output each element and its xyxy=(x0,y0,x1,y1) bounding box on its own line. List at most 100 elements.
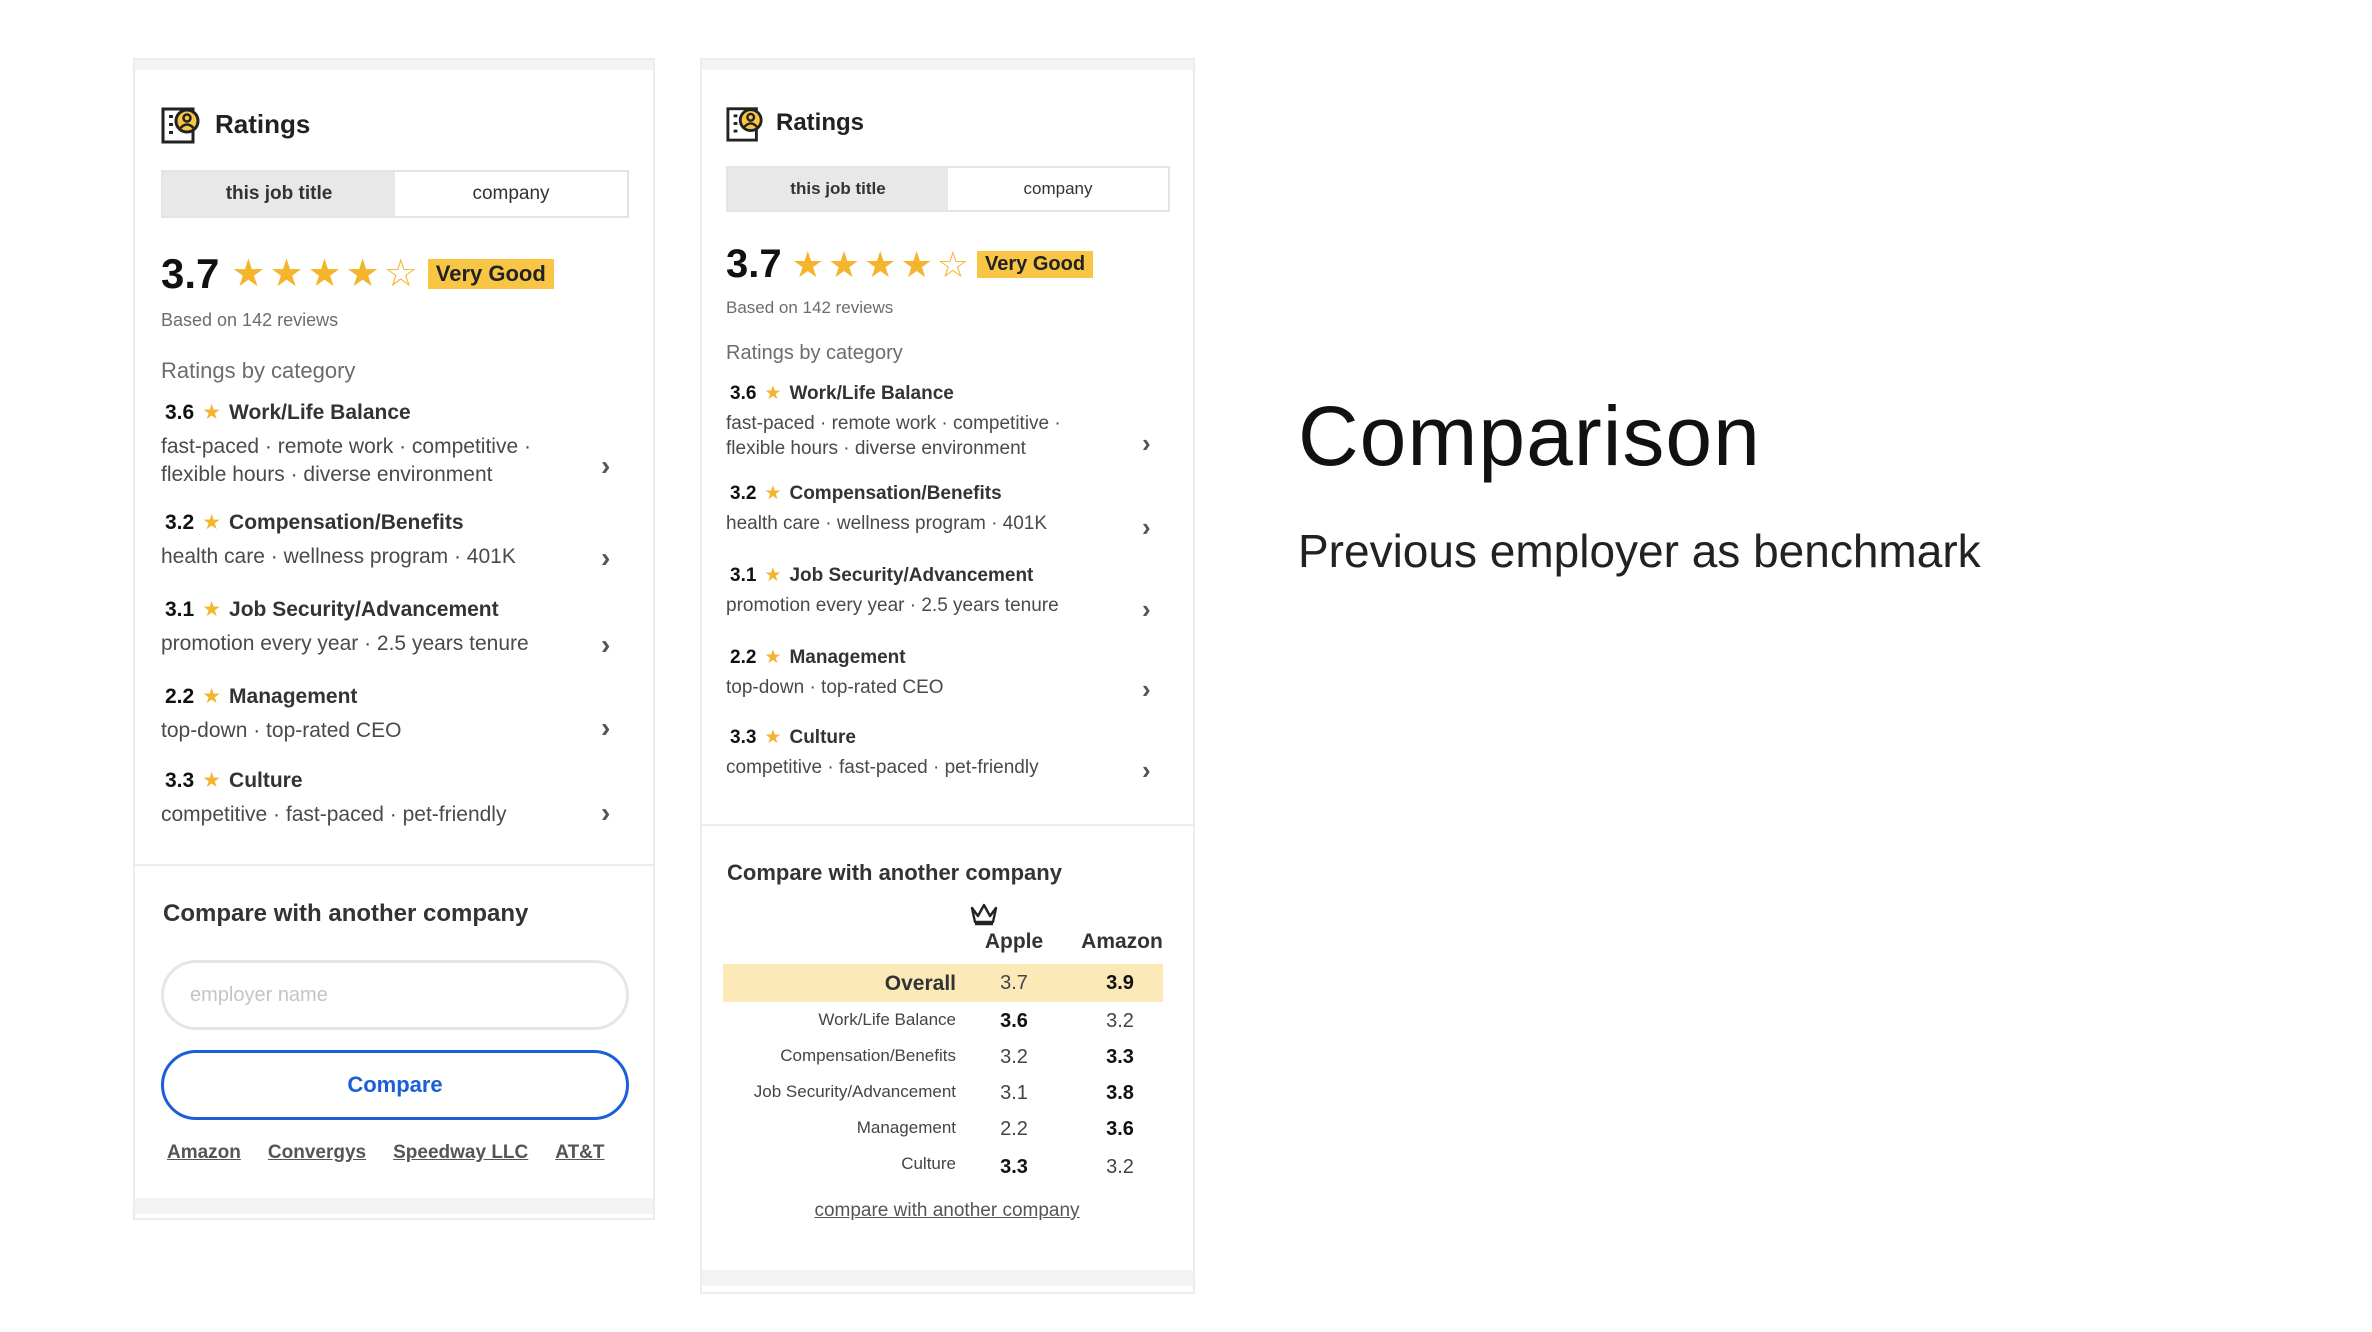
rating-scope-tabs: this job title company xyxy=(161,170,629,218)
row-label-culture: Culture xyxy=(901,1154,956,1173)
category-work-life-balance[interactable]: 3.6 ★ Work/Life Balance fast-paced · remot… xyxy=(161,400,531,487)
category-score: 3.2 xyxy=(165,510,195,534)
cell-apple-job-security: 3.1 xyxy=(1000,1082,1028,1104)
category-culture[interactable]: 3.3 ★ Culture competitive · fast-paced · p… xyxy=(161,768,506,827)
cell-amazon-work-life: 3.2 xyxy=(1106,1010,1134,1032)
rating-badge: Very Good xyxy=(977,251,1094,278)
star-rating: ★ ★ ★ ★ ☆ xyxy=(791,243,970,285)
row-label-job-security: Job Security/Advancement xyxy=(753,1082,956,1101)
category-tags: fast-paced · remote work · competitive · xyxy=(161,435,531,458)
category-compensation-benefits[interactable]: 3.2 ★ Compensation/Benefits health care · … xyxy=(161,510,516,569)
category-tags: competitive · fast-paced · pet-friendly xyxy=(161,803,507,826)
employer-name-input[interactable]: employer name xyxy=(161,960,629,1030)
star-filled-icon: ★ xyxy=(900,243,933,285)
category-name: Work/Life Balance xyxy=(229,400,411,424)
category-job-security-advancement[interactable]: 3.1 ★ Job Security/Advancement promotion e… xyxy=(726,564,1059,617)
category-name: Compensation/Benefits xyxy=(789,482,1002,504)
ratings-panel-compare-result: Ratings this job title company 3.7 ★ ★ ★… xyxy=(700,58,1195,1294)
chevron-right-icon[interactable]: › xyxy=(1142,755,1151,786)
chevron-right-icon[interactable]: › xyxy=(1142,674,1151,705)
chevron-right-icon[interactable]: › xyxy=(1142,594,1151,625)
cell-apple-management: 2.2 xyxy=(1000,1118,1028,1140)
company-link-att[interactable]: AT&T xyxy=(555,1142,604,1164)
star-empty-icon: ☆ xyxy=(936,243,970,285)
star-filled-icon: ★ xyxy=(791,243,824,285)
cell-amazon-compensation: 3.3 xyxy=(1106,1046,1134,1068)
column-head-amazon: Amazon xyxy=(1081,930,1163,953)
compare-section-title: Compare with another company xyxy=(727,860,1062,885)
panel-bottom-bar xyxy=(702,1270,1193,1286)
ratings-by-category-label: Ratings by category xyxy=(161,358,356,383)
cell-apple-work-life: 3.6 xyxy=(1000,1010,1028,1032)
category-tags: promotion every year · 2.5 years tenure xyxy=(161,632,529,655)
suggested-companies: Amazon Convergys Speedway LLC AT&T xyxy=(167,1142,605,1164)
category-tags: top-down · top-rated CEO xyxy=(161,719,402,742)
category-score: 3.2 xyxy=(730,482,757,504)
star-filled-icon: ★ xyxy=(345,253,380,295)
ratings-title: Ratings xyxy=(776,109,865,136)
star-filled-icon: ★ xyxy=(827,243,861,285)
ratings-by-category-label: Ratings by category xyxy=(726,342,903,364)
ratings-title: Ratings xyxy=(215,108,311,139)
star-icon: ★ xyxy=(202,769,222,792)
panel-top-bar xyxy=(702,60,1193,70)
cell-amazon-job-security: 3.8 xyxy=(1106,1082,1134,1104)
company-link-speedway[interactable]: Speedway LLC xyxy=(393,1142,528,1164)
employer-name-placeholder: employer name xyxy=(190,983,328,1006)
category-tags: health care · wellness program · 401K xyxy=(161,545,516,568)
star-icon: ★ xyxy=(202,685,222,708)
tab-company[interactable]: company xyxy=(948,168,1168,210)
section-divider xyxy=(702,824,1193,826)
category-compensation-benefits[interactable]: 3.2 ★ Compensation/Benefits health care · … xyxy=(726,482,1047,535)
cell-amazon-management: 3.6 xyxy=(1106,1118,1134,1140)
category-tags: competitive · fast-paced · pet-friendly xyxy=(726,757,1039,778)
overall-score: 3.7 xyxy=(726,242,782,286)
category-management[interactable]: 2.2 ★ Management top-down · top-rated CEO xyxy=(161,684,401,743)
tab-company[interactable]: company xyxy=(395,172,627,216)
category-name: Culture xyxy=(229,768,303,792)
crown-icon xyxy=(969,902,999,931)
overall-score: 3.7 xyxy=(161,250,220,297)
slide-subtitle: Previous employer as benchmark xyxy=(1298,525,1981,577)
rating-scope-tabs: this job title company xyxy=(726,166,1170,212)
compare-section-title: Compare with another company xyxy=(163,900,529,927)
category-job-security-advancement[interactable]: 3.1 ★ Job Security/Advancement promotion e… xyxy=(161,597,529,656)
chevron-right-icon[interactable]: › xyxy=(601,712,610,744)
company-link-convergys[interactable]: Convergys xyxy=(268,1142,366,1164)
ratings-panel-input-state: Ratings this job title company 3.7 ★ ★ ★… xyxy=(133,58,655,1220)
chevron-right-icon[interactable]: › xyxy=(601,450,610,482)
chevron-right-icon[interactable]: › xyxy=(601,629,610,661)
chevron-right-icon[interactable]: › xyxy=(1142,512,1151,543)
row-label-overall: Overall xyxy=(884,972,956,995)
chevron-right-icon[interactable]: › xyxy=(601,542,610,574)
chevron-right-icon[interactable]: › xyxy=(601,797,610,829)
tab-this-job-title[interactable]: this job title xyxy=(163,172,395,216)
category-management[interactable]: 2.2 ★ Management top-down · top-rated CEO xyxy=(726,646,944,699)
compare-another-company-link[interactable]: compare with another company xyxy=(702,1200,1192,1222)
ratings-icon xyxy=(726,104,764,142)
category-culture[interactable]: 3.3 ★ Culture competitive · fast-paced · p… xyxy=(726,726,1039,779)
column-head-apple: Apple xyxy=(984,930,1044,953)
compare-button[interactable]: Compare xyxy=(161,1050,629,1120)
category-work-life-balance[interactable]: 3.6 ★ Work/Life Balance fast-paced · remot… xyxy=(726,382,1061,460)
category-tags: flexible hours · diverse environment xyxy=(726,438,1026,459)
star-icon: ★ xyxy=(764,483,782,504)
panel-top-bar xyxy=(135,60,653,70)
category-score: 3.1 xyxy=(165,597,195,621)
chevron-right-icon[interactable]: › xyxy=(1142,428,1151,459)
category-score: 3.3 xyxy=(165,768,195,792)
category-score: 3.1 xyxy=(730,564,757,586)
panel-bottom-bar xyxy=(135,1198,653,1214)
category-tags: top-down · top-rated CEO xyxy=(726,677,944,698)
company-link-amazon[interactable]: Amazon xyxy=(167,1142,241,1164)
star-filled-icon: ★ xyxy=(269,253,304,295)
category-name: Job Security/Advancement xyxy=(229,597,499,621)
category-score: 2.2 xyxy=(730,646,757,668)
star-rating: ★ ★ ★ ★ ☆ xyxy=(231,255,417,293)
row-label-compensation: Compensation/Benefits xyxy=(780,1046,956,1065)
category-score: 3.6 xyxy=(165,400,195,424)
category-tags: promotion every year · 2.5 years tenure xyxy=(726,595,1059,616)
ratings-icon xyxy=(161,104,201,144)
row-label-work-life: Work/Life Balance xyxy=(818,1010,956,1029)
tab-this-job-title[interactable]: this job title xyxy=(728,168,948,210)
